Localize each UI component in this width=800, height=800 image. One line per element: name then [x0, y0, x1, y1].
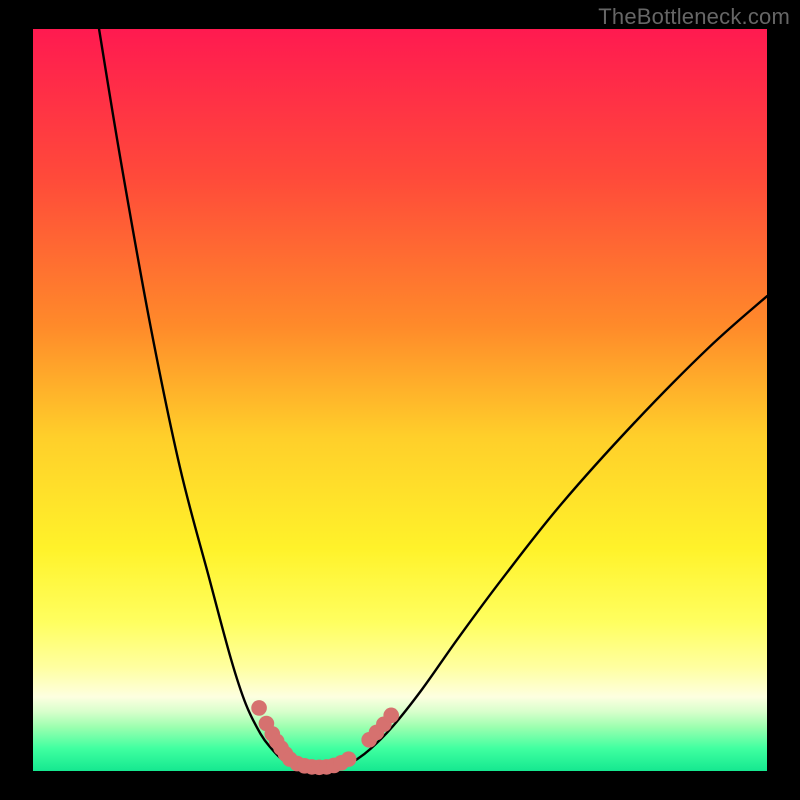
- data-point: [383, 708, 399, 724]
- watermark-text: TheBottleneck.com: [598, 4, 790, 30]
- data-point: [341, 751, 357, 767]
- data-point: [251, 700, 267, 716]
- bottleneck-chart: [0, 0, 800, 800]
- chart-container: { "watermark": "TheBottleneck.com", "col…: [0, 0, 800, 800]
